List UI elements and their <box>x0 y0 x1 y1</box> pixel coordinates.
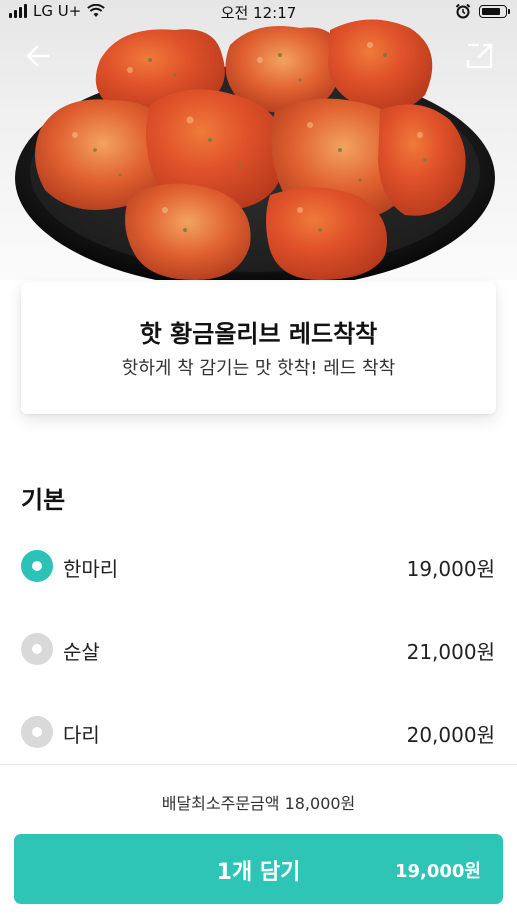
option-label: 다리 <box>63 723 100 747</box>
status-right <box>455 3 510 19</box>
option-row-legs[interactable]: 다리 20,000원 <box>0 707 517 757</box>
product-description: 핫하게 착 감기는 맛 핫착! 레드 착착 <box>121 358 396 379</box>
battery-icon <box>479 4 510 18</box>
share-icon <box>466 43 493 69</box>
status-bar: LG U+ 오전 12:17 <box>0 0 517 24</box>
fried-chicken-photo <box>15 19 495 280</box>
product-image <box>0 0 517 280</box>
option-price: 19,000원 <box>406 557 495 581</box>
option-row-boneless[interactable]: 순살 21,000원 <box>0 624 517 674</box>
status-time: 오전 12:17 <box>220 4 297 22</box>
add-to-cart-button[interactable]: 1개 담기 19,000원 <box>14 834 503 904</box>
option-row-half[interactable]: 한마리 19,000원 <box>0 541 517 591</box>
cart-button-price: 19,000원 <box>394 861 481 882</box>
product-name: 핫 황금올리브 레드착착 <box>139 320 378 348</box>
option-section-title: 기본 <box>21 486 66 514</box>
option-price: 21,000원 <box>406 640 495 664</box>
alarm-icon <box>455 3 471 19</box>
arrow-left-icon <box>26 45 50 67</box>
radio-unselected-icon[interactable] <box>21 716 53 748</box>
back-button[interactable] <box>20 38 56 74</box>
option-label: 순살 <box>63 640 100 664</box>
option-price: 20,000원 <box>406 723 495 747</box>
radio-unselected-icon[interactable] <box>21 633 53 665</box>
radio-selected-icon[interactable] <box>21 550 53 582</box>
footer-divider <box>0 764 517 765</box>
product-info-card: 핫 황금올리브 레드착착 핫하게 착 감기는 맛 핫착! 레드 착착 <box>21 282 496 414</box>
min-order-notice: 배달최소주문금액 18,000원 <box>161 794 356 813</box>
share-button[interactable] <box>461 38 497 74</box>
option-label: 한마리 <box>63 557 119 581</box>
